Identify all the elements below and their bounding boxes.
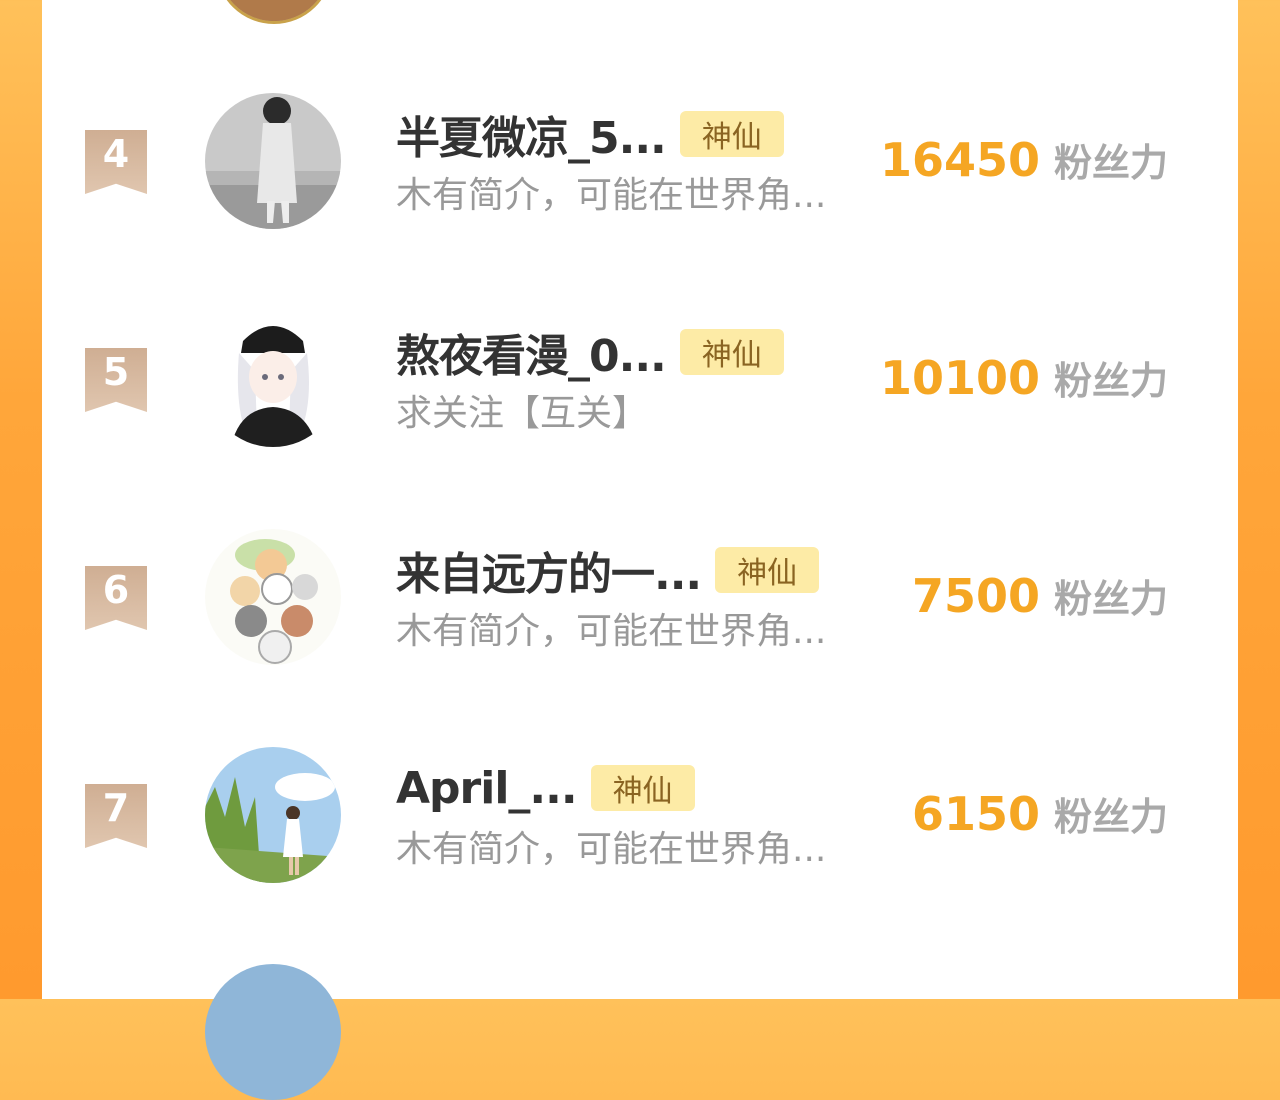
- score-unit: 粉丝力: [1053, 577, 1168, 621]
- list-item[interactable]: 4 半夏微凉_5... 神仙 木有简介，可能在世界角... 16450 粉丝力: [42, 92, 1238, 310]
- rank-number: 4: [102, 132, 130, 176]
- title-badge: 神仙: [679, 111, 784, 157]
- anime-girl-avatar-icon: [205, 311, 341, 447]
- avatar[interactable]: [205, 311, 341, 447]
- user-bio: 木有简介，可能在世界角...: [396, 175, 827, 216]
- title-badge: 神仙: [679, 329, 784, 375]
- score-value: 7500: [911, 569, 1040, 623]
- score-value: 10100: [879, 351, 1040, 405]
- list-item[interactable]: 6 来自远方的一... 神仙 木有简介，可能在世界角... 7500 粉丝力: [42, 528, 1238, 746]
- cats-avatar-icon: [205, 529, 341, 665]
- title-badge: 神仙: [590, 765, 695, 811]
- user-bio: 求关注【互关】: [396, 393, 649, 434]
- fan-score: 6150 粉丝力: [912, 786, 1168, 841]
- rank-number: 7: [102, 786, 130, 830]
- score-unit: 粉丝力: [1053, 795, 1168, 839]
- rank-badge: 5: [85, 348, 147, 412]
- avatar[interactable]: [205, 529, 341, 665]
- user-name[interactable]: April_...: [396, 763, 578, 814]
- rank-badge: 7: [85, 784, 147, 848]
- fan-score: 7500 粉丝力: [912, 568, 1168, 623]
- user-name[interactable]: 来自远方的一...: [396, 538, 702, 602]
- rank-number: 6: [102, 568, 130, 612]
- user-bio: 木有简介，可能在世界角...: [396, 829, 827, 870]
- avatar[interactable]: [205, 747, 341, 883]
- avatar-previous[interactable]: [216, 0, 332, 24]
- fan-score: 10100 粉丝力: [880, 350, 1168, 405]
- score-value: 6150: [911, 787, 1040, 841]
- list-item[interactable]: 5 熬夜看漫_0... 神仙 求关注【互关】 10100 粉丝力: [42, 310, 1238, 528]
- rank-number: 5: [102, 350, 130, 394]
- fan-score: 16450 粉丝力: [880, 132, 1168, 187]
- avatar-next[interactable]: [205, 964, 341, 1100]
- title-badge: 神仙: [715, 547, 820, 593]
- rank-badge: 6: [85, 566, 147, 630]
- list-item[interactable]: 7 April_... 神仙 木有简介，可能在世界角... 6150 粉丝力: [42, 746, 1238, 964]
- user-name[interactable]: 半夏微凉_5...: [396, 102, 667, 166]
- rank-badge: 4: [85, 130, 147, 194]
- girl-photo-avatar-icon: [205, 93, 341, 229]
- user-name[interactable]: 熬夜看漫_0...: [396, 320, 667, 384]
- avatar[interactable]: [205, 93, 341, 229]
- ranking-panel: 4 半夏微凉_5... 神仙 木有简介，可能在世界角... 16450 粉丝力 …: [42, 0, 1238, 1100]
- user-bio: 木有简介，可能在世界角...: [396, 611, 827, 652]
- score-unit: 粉丝力: [1053, 359, 1168, 403]
- meadow-girl-avatar-icon: [205, 747, 341, 883]
- score-unit: 粉丝力: [1053, 141, 1168, 185]
- score-value: 16450: [879, 133, 1040, 187]
